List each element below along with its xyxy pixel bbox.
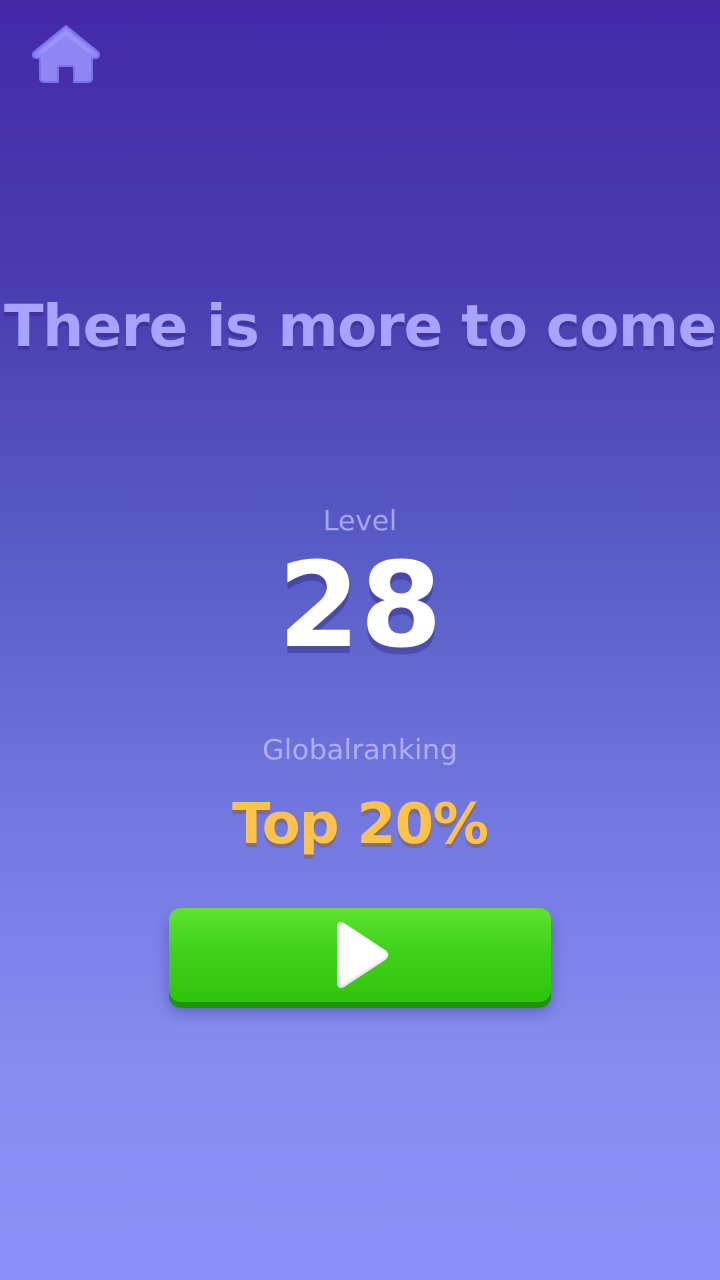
play-button[interactable]	[169, 908, 551, 1002]
level-label: Level	[323, 504, 397, 537]
ranking-value: Top 20%	[232, 792, 489, 857]
home-icon	[30, 22, 102, 86]
ranking-label: Globalranking	[262, 733, 458, 766]
headline: There is more to come	[3, 292, 717, 360]
level-value: 28	[277, 536, 443, 674]
home-button[interactable]	[30, 22, 102, 86]
play-icon	[329, 921, 393, 989]
